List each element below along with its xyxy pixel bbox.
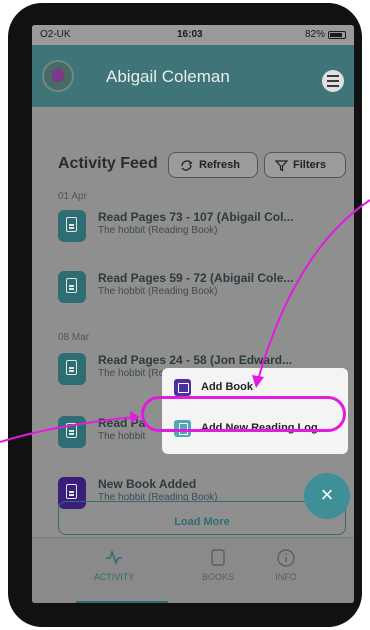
user-name: Abigail Coleman <box>106 67 230 86</box>
item-subtitle: The hobbit (Reading Book) <box>98 286 218 297</box>
refresh-icon <box>181 159 193 171</box>
refresh-label: Refresh <box>199 159 240 171</box>
tab-info[interactable]: INFO <box>256 548 316 582</box>
tab-activity[interactable]: ACTIVITY <box>84 548 144 582</box>
book-icon <box>174 378 191 396</box>
document-icon <box>58 353 86 385</box>
book-icon <box>188 548 248 572</box>
phone-frame: O2-UK 16:03 82% Abigail Coleman Activity… <box>8 3 362 627</box>
annotation-highlight-ring <box>141 396 346 432</box>
item-title: Read Pa <box>98 416 146 430</box>
document-icon <box>58 210 86 242</box>
filters-button[interactable]: Filters <box>264 152 346 178</box>
avatar[interactable] <box>42 60 74 92</box>
filters-label: Filters <box>293 159 327 171</box>
bottom-nav: ACTIVITY BOOKS INFO <box>32 537 354 603</box>
document-icon <box>58 416 86 448</box>
load-more-button[interactable]: Load More <box>58 501 346 535</box>
item-title: New Book Added <box>98 477 197 491</box>
item-title: Read Pages 24 - 58 (Jon Edward... <box>98 353 293 367</box>
add-book-label: Add Book <box>201 381 253 393</box>
tab-books[interactable]: BOOKS <box>188 548 248 582</box>
tab-books-label: BOOKS <box>201 572 234 582</box>
app-screen: O2-UK 16:03 82% Abigail Coleman Activity… <box>32 25 354 603</box>
clock: 16:03 <box>177 29 203 40</box>
date-header: 08 Mar <box>58 332 90 343</box>
hamburger-icon <box>327 75 339 77</box>
page-title: Activity Feed <box>58 155 158 172</box>
tab-info-label: INFO <box>275 572 297 582</box>
filter-icon <box>275 159 288 171</box>
refresh-button[interactable]: Refresh <box>168 152 258 178</box>
document-icon <box>58 271 86 303</box>
app-header: Abigail Coleman <box>32 45 354 107</box>
battery-icon <box>328 30 346 39</box>
status-bar: O2-UK 16:03 82% <box>32 25 354 45</box>
activity-feed: Activity Feed Refresh Filters 01 Apr Rea… <box>32 107 354 537</box>
item-title: Read Pages 59 - 72 (Abigail Cole... <box>98 271 294 285</box>
menu-button[interactable] <box>322 70 344 92</box>
date-header: 01 Apr <box>58 191 87 202</box>
item-title: Read Pages 73 - 107 (Abigail Col... <box>98 210 294 224</box>
list-item[interactable]: Read Pages 73 - 107 (Abigail Col... The … <box>58 210 354 250</box>
list-item[interactable]: Read Pages 59 - 72 (Abigail Cole... The … <box>58 271 354 311</box>
info-icon <box>256 548 316 572</box>
battery-percent: 82% <box>304 29 325 40</box>
tab-activity-label: ACTIVITY <box>93 572 135 582</box>
battery-indicator: 82% <box>305 29 346 40</box>
item-subtitle: The hobbit (Reading Book) <box>98 225 218 236</box>
item-subtitle: The hobbit <box>98 431 146 442</box>
close-fab-button[interactable]: × <box>304 473 350 519</box>
activity-pulse-icon <box>84 548 144 572</box>
active-tab-indicator <box>76 601 168 603</box>
carrier-label: O2-UK <box>40 29 71 40</box>
